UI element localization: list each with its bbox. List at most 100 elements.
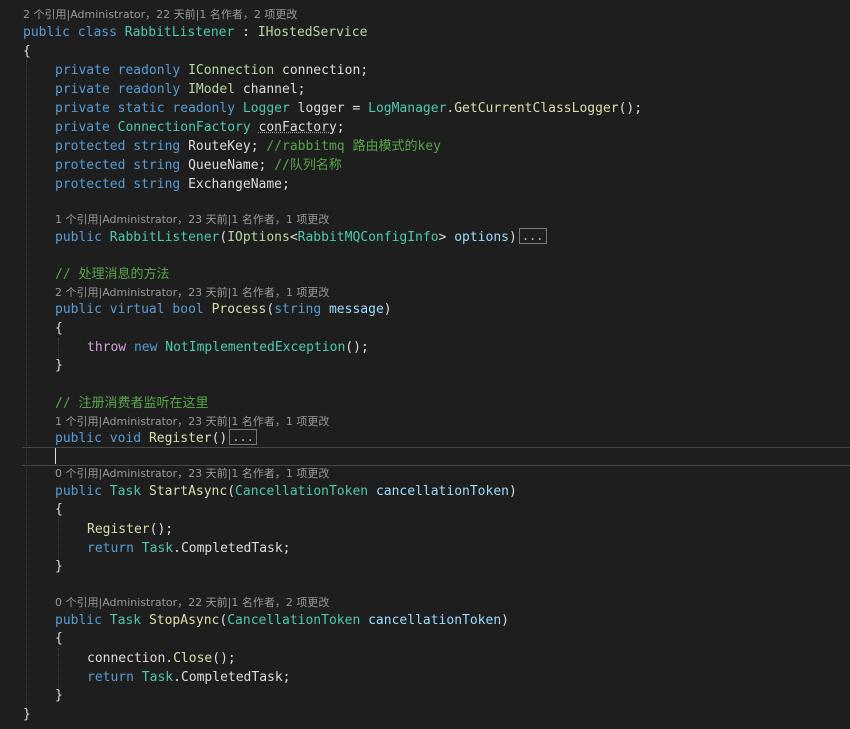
punct: () [211, 431, 228, 446]
keyword: class [77, 25, 117, 40]
type-name[interactable]: IModel [188, 82, 235, 97]
type-name[interactable]: IConnection [188, 63, 274, 78]
type-name[interactable]: IOptions [227, 230, 290, 245]
comment-process: // 处理消息的方法 [55, 265, 169, 284]
keyword: new [133, 340, 158, 355]
member-name: CompletedTask; [180, 541, 291, 556]
codelens-process[interactable]: 2 个引用|Administrator，23 天前|1 名作者，1 项更改 [55, 285, 329, 301]
codelens-startasync[interactable]: 0 个引用|Administrator，23 天前|1 名作者，1 项更改 [55, 466, 329, 482]
keyword: return [87, 670, 134, 685]
punct: ) [501, 613, 509, 628]
type-name[interactable]: Logger [243, 101, 290, 116]
method-name[interactable]: StartAsync [149, 484, 227, 499]
brace: } [55, 559, 63, 574]
punct: ; [336, 120, 345, 135]
field-name: connection; [282, 63, 369, 78]
keyword: private [55, 63, 110, 78]
field-confactory: private ConnectionFactory conFactory; [55, 118, 345, 137]
punct: (); [149, 522, 174, 537]
brace: } [55, 358, 63, 373]
type-name[interactable]: LogManager [368, 101, 446, 116]
type-name[interactable]: Task [110, 484, 141, 499]
comment: //rabbitmq 路由模式的key [266, 139, 441, 154]
startasync-call-register: Register(); [87, 520, 173, 539]
type-name[interactable]: Task [142, 670, 173, 685]
keyword: string [133, 139, 181, 154]
codelens-class[interactable]: 2 个引用|Administrator，22 天前|1 名作者，2 项更改 [23, 7, 297, 23]
stopasync-close-brace: } [55, 686, 63, 705]
comment: // 处理消息的方法 [55, 267, 170, 282]
keyword: readonly [117, 63, 181, 78]
class-name[interactable]: RabbitListener [125, 25, 235, 40]
process-declaration: public virtual bool Process(string messa… [55, 300, 392, 319]
keyword: bool [172, 302, 204, 317]
keyword: protected [55, 158, 126, 173]
keyword: virtual [109, 302, 165, 317]
keyword: return [87, 541, 134, 556]
type-name[interactable]: Task [142, 541, 173, 556]
keyword: public [55, 431, 102, 446]
method-name[interactable]: Register [149, 431, 212, 446]
punct: (); [345, 340, 369, 355]
brace: { [55, 631, 63, 646]
code-editor[interactable]: 2 个引用|Administrator，22 天前|1 名作者，2 项更改 pu… [0, 0, 850, 729]
field-routekey: protected string RouteKey; //rabbitmq 路由… [55, 137, 441, 156]
type-name[interactable]: CancellationToken [235, 484, 368, 499]
collapsed-region-button[interactable]: ... [518, 228, 547, 244]
member-name: CompletedTask; [180, 670, 291, 685]
punct: ( [266, 302, 275, 317]
type-name[interactable]: NotImplementedException [165, 340, 345, 355]
keyword: readonly [172, 101, 236, 116]
class-close-brace: } [23, 705, 31, 724]
stopasync-open-brace: { [55, 629, 63, 648]
brace: } [23, 707, 31, 722]
register-declaration: public void Register()... [55, 429, 257, 448]
type-name[interactable]: Task [110, 613, 141, 628]
param-name: cancellationToken [375, 484, 509, 499]
text-caret [55, 448, 56, 464]
keyword: private [55, 82, 110, 97]
punct: > [438, 230, 447, 245]
param-name: message [328, 302, 384, 317]
stopasync-declaration: public Task StopAsync(CancellationToken … [55, 611, 509, 630]
indent-guide [58, 519, 59, 559]
field-name: ExchangeName; [188, 177, 290, 192]
keyword: private [55, 101, 110, 116]
punct: ) [383, 302, 392, 317]
type-name[interactable]: CancellationToken [227, 613, 360, 628]
field-name: QueueName; [188, 158, 267, 173]
variable-name: connection [87, 651, 166, 666]
comment: // 注册消费者监听在这里 [55, 396, 209, 411]
process-close-brace: } [55, 356, 63, 375]
punct: ( [227, 484, 236, 499]
field-logger: private static readonly Logger logger = … [55, 99, 642, 118]
brace: { [55, 502, 63, 517]
codelens-register[interactable]: 1 个引用|Administrator，23 天前|1 名作者，1 项更改 [55, 414, 329, 430]
ctor-name[interactable]: RabbitListener [110, 230, 220, 245]
keyword: throw [87, 340, 127, 355]
punct: . [173, 670, 181, 685]
keyword: public [55, 302, 102, 317]
method-name[interactable]: Register [87, 522, 150, 537]
type-name[interactable]: ConnectionFactory [118, 120, 251, 135]
punct: . [173, 541, 181, 556]
field-name: channel; [242, 82, 306, 97]
interface-name[interactable]: IHostedService [258, 25, 368, 40]
keyword: private [55, 120, 110, 135]
collapsed-region-button[interactable]: ... [229, 429, 257, 445]
param-name: options [454, 230, 509, 245]
method-name[interactable]: GetCurrentClassLogger [454, 101, 618, 116]
method-name[interactable]: Process [212, 302, 267, 317]
codelens-ctor[interactable]: 1 个引用|Administrator，23 天前|1 名作者，1 项更改 [55, 212, 329, 228]
keyword: protected [55, 139, 126, 154]
process-body: throw new NotImplementedException(); [87, 338, 369, 357]
field-name: logger [297, 101, 345, 116]
stopasync-close-connection: connection.Close(); [87, 649, 236, 668]
type-name[interactable]: RabbitMQConfigInfo [298, 230, 439, 245]
method-name[interactable]: Close [173, 651, 212, 666]
keyword: protected [55, 177, 126, 192]
punct: ) [509, 230, 517, 245]
method-name[interactable]: StopAsync [149, 613, 219, 628]
punct: < [289, 230, 298, 245]
codelens-stopasync[interactable]: 0 个引用|Administrator，22 天前|1 名作者，2 项更改 [55, 595, 329, 611]
